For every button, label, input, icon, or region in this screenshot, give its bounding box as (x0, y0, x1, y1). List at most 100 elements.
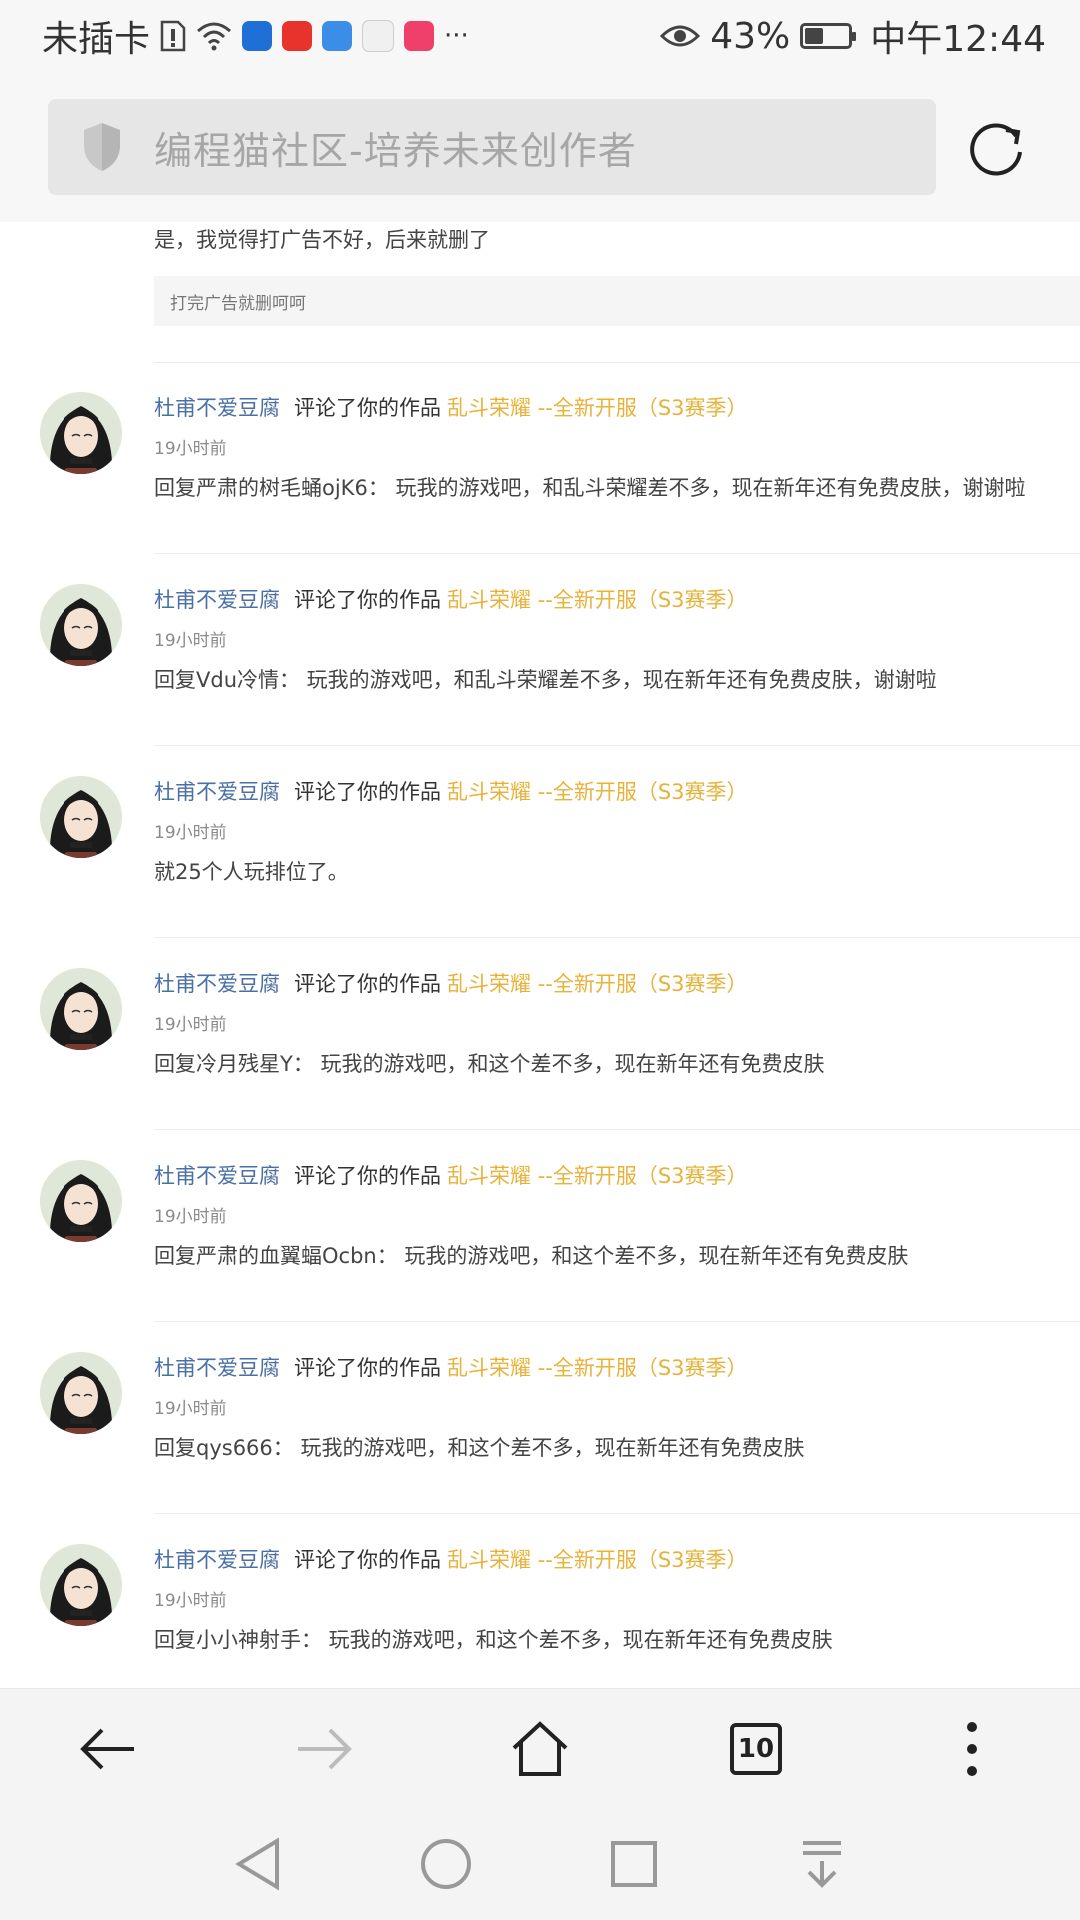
avatar[interactable] (40, 1352, 122, 1434)
work-link[interactable]: 乱斗荣耀 --全新开服（S3赛季） (447, 972, 748, 996)
timestamp: 19小时前 (154, 1207, 227, 1227)
forward-button[interactable] (284, 1709, 364, 1789)
previous-reply: 是，我觉得打广告不好，后来就删了 打完广告就删呵呵 (154, 222, 1080, 326)
work-link[interactable]: 乱斗荣耀 --全新开服（S3赛季） (447, 588, 748, 612)
notification-feed[interactable]: 是，我觉得打广告不好，后来就删了 打完广告就删呵呵 杜甫不爱豆腐 评论了你的作品乱… (0, 222, 1080, 1688)
back-arrow-icon (80, 1728, 134, 1770)
avatar-portrait-icon (40, 1352, 122, 1434)
timestamp: 19小时前 (154, 631, 227, 651)
user-link[interactable]: 杜甫不爱豆腐 (154, 780, 280, 804)
user-link[interactable]: 杜甫不爱豆腐 (154, 1356, 280, 1380)
avatar[interactable] (40, 584, 122, 666)
sina-app-icon (282, 21, 313, 51)
comment-text: 回复严肃的血翼蝠Ocbn： 玩我的游戏吧，和这个差不多，现在新年还有免费皮肤 (154, 1244, 909, 1268)
timestamp: 19小时前 (154, 1399, 227, 1419)
notification-item[interactable]: 杜甫不爱豆腐 评论了你的作品 乱斗荣耀 --全新开服（S3赛季） 19小时前 回复严… (0, 362, 1080, 552)
notification-item[interactable]: 杜甫不爱豆腐 评论了你的作品 乱斗荣耀 --全新开服（S3赛季） 19小时前 回复V… (0, 554, 1080, 744)
avatar-portrait-icon (40, 1544, 122, 1626)
notification-headline: 杜甫不爱豆腐 评论了你的作品 乱斗荣耀 --全新开服（S3赛季） (154, 1160, 748, 1190)
notification-headline: 杜甫不爱豆腐 评论了你的作品 乱斗荣耀 --全新开服（S3赛季） (154, 968, 748, 998)
action-text: 评论了你的作品 (294, 396, 441, 420)
clock: 中午12:44 (870, 19, 1046, 60)
wifi-icon (197, 22, 232, 51)
timestamp: 19小时前 (154, 1015, 227, 1035)
browser-toolbar: 10 (0, 1688, 1080, 1809)
comment-text: 就25个人玩排位了。 (154, 860, 349, 884)
comment-text: 回复严肃的树毛蛹ojK6： 玩我的游戏吧，和乱斗荣耀差不多，现在新年还有免费皮肤… (154, 476, 1026, 500)
home-button[interactable] (500, 1709, 580, 1789)
system-recents-button[interactable] (596, 1826, 672, 1902)
user-link[interactable]: 杜甫不爱豆腐 (154, 396, 280, 420)
avatar[interactable] (40, 1544, 122, 1626)
notification-item[interactable]: 杜甫不爱豆腐 评论了你的作品 乱斗荣耀 --全新开服（S3赛季） 19小时前 回复冷… (0, 938, 1080, 1128)
home-icon (512, 1721, 568, 1776)
notification-pulldown-button[interactable] (784, 1826, 860, 1902)
comment-text: 回复冷月残星Y： 玩我的游戏吧，和这个差不多，现在新年还有免费皮肤 (154, 1052, 825, 1076)
tabs-button[interactable]: 10 (716, 1709, 796, 1789)
user-link[interactable]: 杜甫不爱豆腐 (154, 588, 280, 612)
avatar-portrait-icon (40, 584, 122, 666)
tab-count: 10 (730, 1723, 782, 1775)
system-nav-bar (0, 1808, 1080, 1920)
eye-comfort-icon (660, 25, 701, 47)
system-home-button[interactable] (408, 1826, 484, 1902)
notification-headline: 杜甫不爱豆腐 评论了你的作品 乱斗荣耀 --全新开服（S3赛季） (154, 584, 748, 614)
work-link[interactable]: 乱斗荣耀 --全新开服（S3赛季） (447, 396, 748, 420)
work-link[interactable]: 乱斗荣耀 --全新开服（S3赛季） (447, 1164, 748, 1188)
shield-app-icon (242, 21, 273, 51)
timestamp: 19小时前 (154, 1591, 227, 1611)
notification-headline: 杜甫不爱豆腐 评论了你的作品 乱斗荣耀 --全新开服（S3赛季） (154, 776, 748, 806)
avatar[interactable] (40, 968, 122, 1050)
user-link[interactable]: 杜甫不爱豆腐 (154, 972, 280, 996)
avatar[interactable] (40, 776, 122, 858)
work-link[interactable]: 乱斗荣耀 --全新开服（S3赛季） (447, 780, 748, 804)
reply-text: 是，我觉得打广告不好，后来就删了 (154, 228, 490, 252)
user-link[interactable]: 杜甫不爱豆腐 (154, 1164, 280, 1188)
avatar-portrait-icon (40, 776, 122, 858)
forward-arrow-icon (298, 1728, 352, 1770)
reload-icon[interactable] (968, 118, 1028, 178)
work-link[interactable]: 乱斗荣耀 --全新开服（S3赛季） (447, 1356, 748, 1380)
action-text: 评论了你的作品 (294, 972, 441, 996)
status-bar: 未插卡 ··· 43% 中午12:44 (0, 0, 1080, 72)
circle-home-icon (421, 1839, 471, 1889)
avatar[interactable] (40, 392, 122, 474)
menu-button[interactable] (932, 1709, 1012, 1789)
status-left: 未插卡 ··· (42, 10, 479, 62)
more-notifications-icon: ··· (444, 21, 469, 51)
system-back-button[interactable] (220, 1826, 296, 1902)
back-button[interactable] (68, 1709, 148, 1789)
action-text: 评论了你的作品 (294, 780, 441, 804)
address-bar[interactable]: 编程猫社区-培养未来创作者 (48, 99, 936, 195)
avatar[interactable] (40, 1160, 122, 1242)
avatar-portrait-icon (40, 968, 122, 1050)
more-vertical-icon (967, 1722, 977, 1776)
timestamp: 19小时前 (154, 823, 227, 843)
battery-percent: 43% (710, 15, 791, 57)
comment-text: 回复Vdu冷情： 玩我的游戏吧，和乱斗荣耀差不多，现在新年还有免费皮肤，谢谢啦 (154, 668, 937, 692)
video-app-icon (404, 21, 435, 51)
security-shield-icon (84, 123, 120, 171)
square-recents-icon (611, 1841, 657, 1887)
user-link[interactable]: 杜甫不爱豆腐 (154, 1548, 280, 1572)
notification-item[interactable]: 杜甫不爱豆腐 评论了你的作品 乱斗荣耀 --全新开服（S3赛季） 19小时前 回复小… (0, 1514, 1080, 1688)
action-text: 评论了你的作品 (294, 1356, 441, 1380)
work-link[interactable]: 乱斗荣耀 --全新开服（S3赛季） (447, 1548, 748, 1572)
notification-item[interactable]: 杜甫不爱豆腐 评论了你的作品 乱斗荣耀 --全新开服（S3赛季） 19小时前 回复q… (0, 1322, 1080, 1512)
comment-text: 回复小小神射手： 玩我的游戏吧，和这个差不多，现在新年还有免费皮肤 (154, 1628, 833, 1652)
notification-item[interactable]: 杜甫不爱豆腐 评论了你的作品 乱斗荣耀 --全新开服（S3赛季） 19小时前 回复严… (0, 1130, 1080, 1320)
notification-headline: 杜甫不爱豆腐 评论了你的作品 乱斗荣耀 --全新开服（S3赛季） (154, 1544, 748, 1574)
message-app-icon (322, 21, 353, 51)
carrier-label: 未插卡 (42, 19, 151, 60)
pulldown-icon (803, 1841, 841, 1888)
comment-text: 回复qys666： 玩我的游戏吧，和这个差不多，现在新年还有免费皮肤 (154, 1436, 805, 1460)
status-right: 43% 中午12:44 (650, 10, 1046, 62)
browser-top-bar: 编程猫社区-培养未来创作者 (0, 72, 1080, 222)
quoted-comment: 打完广告就删呵呵 (154, 276, 1080, 326)
notification-headline: 杜甫不爱豆腐 评论了你的作品 乱斗荣耀 --全新开服（S3赛季） (154, 1352, 748, 1382)
battery-icon (800, 23, 857, 49)
avatar-portrait-icon (40, 1160, 122, 1242)
notification-item[interactable]: 杜甫不爱豆腐 评论了你的作品 乱斗荣耀 --全新开服（S3赛季） 19小时前 就25… (0, 746, 1080, 936)
notification-headline: 杜甫不爱豆腐 评论了你的作品 乱斗荣耀 --全新开服（S3赛季） (154, 392, 748, 422)
timestamp: 19小时前 (154, 439, 227, 459)
